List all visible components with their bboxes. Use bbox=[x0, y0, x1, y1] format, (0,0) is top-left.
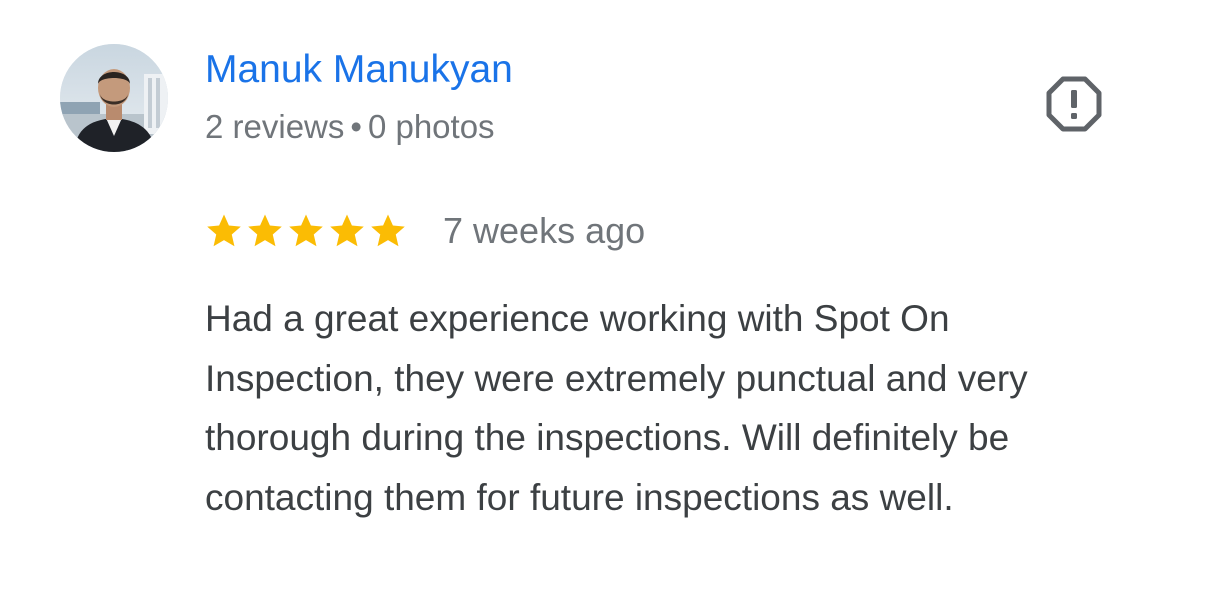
review-text: Had a great experience working with Spot… bbox=[205, 298, 1028, 518]
review-date: 7 weeks ago bbox=[443, 210, 646, 251]
star-icon bbox=[371, 214, 405, 247]
report-flag-icon bbox=[1046, 76, 1102, 132]
author-stats: 2 reviews • 0 photos bbox=[205, 106, 495, 148]
avatar-photo bbox=[60, 44, 168, 152]
review-card: Manuk Manukyan 2 reviews • 0 photos 7 week… bbox=[0, 0, 1206, 614]
meta-separator: • bbox=[350, 108, 362, 145]
star-rating bbox=[205, 212, 407, 250]
star-icon bbox=[289, 214, 323, 247]
author-name-link[interactable]: Manuk Manukyan bbox=[205, 47, 513, 93]
photos-count: 0 photos bbox=[367, 108, 495, 145]
star-icon bbox=[207, 214, 241, 247]
author-avatar[interactable] bbox=[60, 44, 168, 152]
reviews-count: 2 reviews bbox=[205, 108, 345, 145]
report-review-button[interactable] bbox=[1044, 74, 1104, 134]
star-icon bbox=[330, 214, 364, 247]
star-icon bbox=[248, 214, 282, 247]
rating-row: 7 weeks ago bbox=[205, 206, 645, 256]
